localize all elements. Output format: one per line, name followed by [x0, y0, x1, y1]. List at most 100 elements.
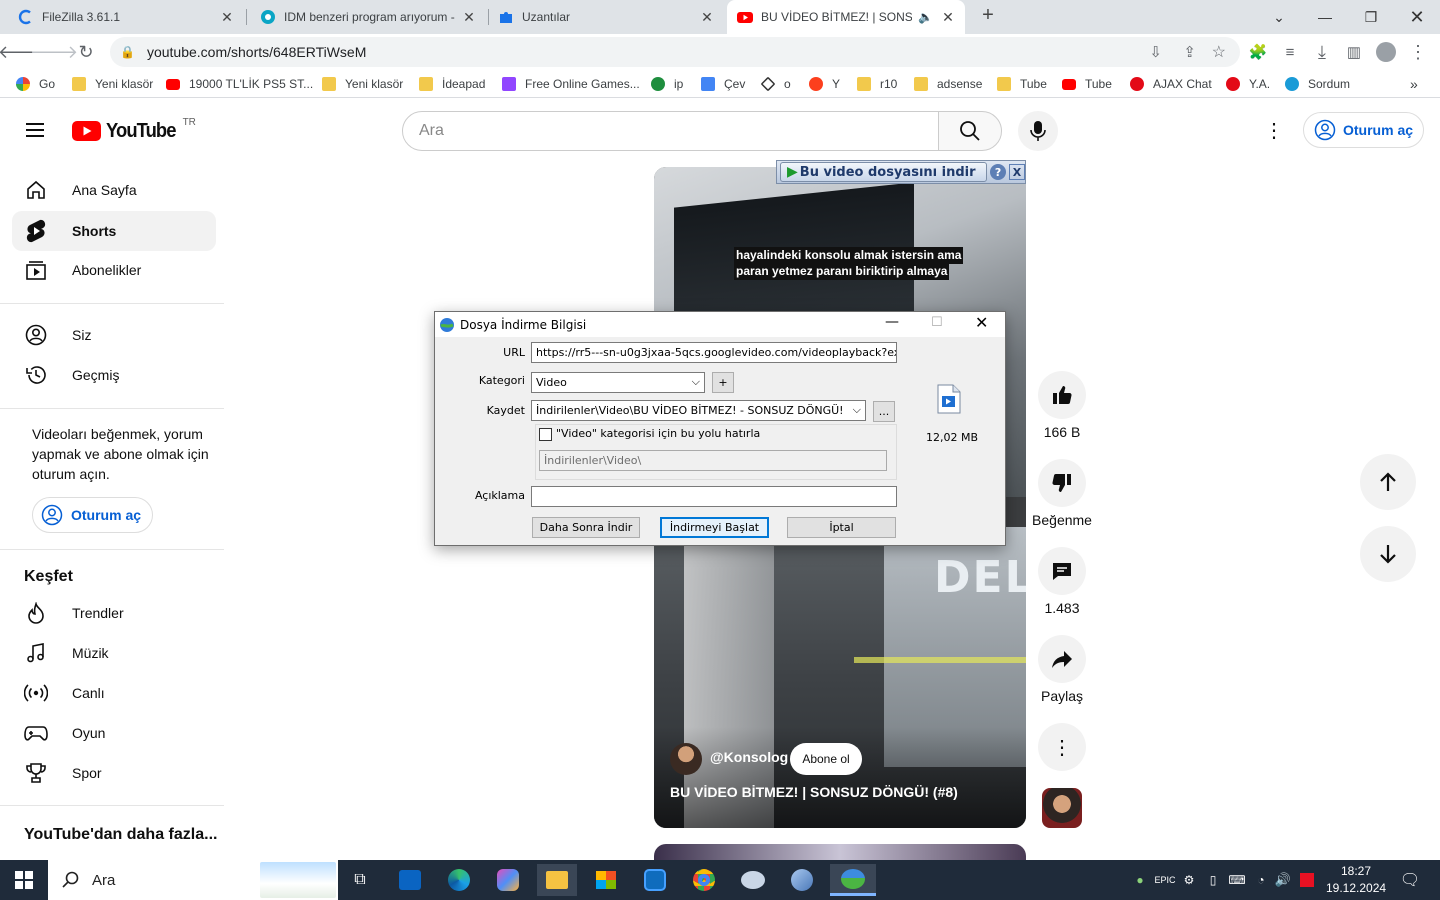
share-button[interactable] — [1038, 635, 1086, 683]
epic-games-icon[interactable]: EPIC — [1154, 864, 1176, 896]
remember-path-checkbox[interactable] — [539, 428, 552, 441]
url-field[interactable]: https://rr5---sn-u0g3jxaa-5qcs.googlevid… — [531, 342, 897, 363]
description-field[interactable] — [531, 486, 897, 507]
hamburger-menu-icon[interactable] — [24, 120, 48, 140]
bookmark-go[interactable]: Go — [16, 74, 55, 94]
start-button[interactable] — [4, 864, 44, 896]
idm-help-icon[interactable]: ? — [990, 164, 1007, 180]
reload-icon[interactable]: ↻ — [70, 36, 102, 68]
address-bar[interactable]: 🔒 youtube.com/shorts/648ERTiWseM ⇩ ⇪ ☆ — [110, 37, 1240, 67]
comments-button[interactable] — [1038, 547, 1086, 595]
bookmark-yeni-klasor-2[interactable]: Yeni klasör — [322, 74, 403, 94]
lock-icon[interactable]: 🔒 — [120, 45, 135, 59]
volume-icon[interactable]: 🔊 — [1272, 864, 1294, 896]
sidebar-item-subscriptions[interactable]: Abonelikler — [12, 250, 216, 290]
save-path-select[interactable]: İndirilenler\Video\BU VİDEO BİTMEZ! - SO… — [531, 400, 866, 421]
chrome-taskbar-icon[interactable] — [684, 864, 724, 896]
sidebar-item-you[interactable]: Siz — [12, 315, 216, 355]
remember-path-label[interactable]: "Video" kategorisi için bu yolu hatırla — [556, 427, 760, 440]
extensions-puzzle-icon[interactable]: 🧩 — [1242, 36, 1274, 68]
bookmark-yeni-klasor[interactable]: Yeni klasör — [72, 74, 153, 94]
bookmark-o[interactable]: o — [760, 74, 791, 94]
keyboard-icon[interactable]: ⌨ — [1226, 864, 1248, 896]
settings-kebab-icon[interactable]: ⋮ — [1264, 119, 1284, 143]
bookmark-ya[interactable]: Y.A. — [1226, 74, 1270, 94]
youtube-logo[interactable]: YouTube TR — [72, 117, 196, 143]
idm-close-icon[interactable]: X — [1009, 164, 1025, 180]
sidebar-item-music[interactable]: Müzik — [12, 633, 216, 673]
bookmark-ideapad[interactable]: İdeapad — [419, 74, 485, 94]
idm-download-video-button[interactable]: ▶ Bu video dosyasını indir — [780, 162, 988, 182]
bookmark-ajax-chat[interactable]: AJAX Chat — [1130, 74, 1212, 94]
forward-arrow-icon[interactable]: 🡒 — [30, 36, 78, 68]
microsoft-store-icon[interactable] — [586, 864, 626, 896]
tab-close-icon[interactable]: ✕ — [939, 9, 957, 26]
edge-icon[interactable] — [439, 864, 479, 896]
chrome-menu-icon[interactable]: ⋮ — [1402, 36, 1434, 68]
audio-playing-icon[interactable]: 🔈 — [918, 10, 933, 24]
like-button[interactable] — [1038, 371, 1086, 419]
side-panel-icon[interactable]: ▥ — [1338, 36, 1370, 68]
sidebar-item-home[interactable]: Ana Sayfa — [12, 170, 216, 210]
bookmark-tube-folder[interactable]: Tube — [997, 74, 1047, 94]
start-download-button[interactable]: İndirmeyi Başlat — [660, 517, 769, 538]
sidebar-item-gaming[interactable]: Oyun — [12, 713, 216, 753]
previous-short-button[interactable] — [1360, 454, 1416, 510]
bookmark-free-games[interactable]: Free Online Games... — [502, 74, 640, 94]
next-short-preview[interactable] — [654, 844, 1026, 860]
taskbar-search-box[interactable]: Ara — [48, 860, 338, 900]
idm-taskbar-icon[interactable] — [830, 864, 876, 896]
subscribe-button[interactable]: Abone ol — [790, 743, 862, 775]
news-app-icon[interactable] — [635, 864, 675, 896]
paint-app-icon[interactable] — [733, 864, 773, 896]
tab-close-icon[interactable]: ✕ — [460, 9, 478, 26]
bookmark-adsense[interactable]: adsense — [914, 74, 982, 94]
dislike-button[interactable] — [1038, 459, 1086, 507]
steam-icon[interactable]: ⚙ — [1178, 864, 1200, 896]
install-app-icon[interactable]: ⇩ — [1149, 43, 1162, 61]
more-bookmarks-button[interactable]: » — [1410, 74, 1418, 94]
usb-device-icon[interactable]: ▯ — [1202, 864, 1224, 896]
browse-button[interactable]: ... — [873, 401, 895, 422]
bookmark-cev[interactable]: Çev — [701, 74, 745, 94]
bookmark-ps5[interactable]: 19000 TL'LİK PS5 ST... — [166, 74, 313, 94]
tab-extensions[interactable]: Uzantılar ✕ — [480, 0, 724, 34]
dialog-minimize-button[interactable]: — — [885, 314, 899, 330]
dialog-close-button[interactable]: ✕ — [975, 313, 988, 332]
sidebar-signin-button[interactable]: Oturum aç — [32, 497, 153, 533]
search-input[interactable]: Ara — [402, 111, 940, 151]
tab-close-icon[interactable]: ✕ — [218, 9, 236, 26]
restore-button[interactable]: ❐ — [1348, 0, 1394, 34]
signin-button[interactable]: Oturum aç — [1303, 112, 1424, 148]
remote-app-icon[interactable] — [782, 864, 822, 896]
sidebar-item-shorts[interactable]: Shorts — [12, 211, 216, 251]
close-window-button[interactable]: ✕ — [1394, 0, 1440, 34]
cancel-button[interactable]: İptal — [787, 517, 896, 538]
add-category-button[interactable]: + — [712, 372, 734, 393]
wifi-icon[interactable]: ◔ — [1250, 864, 1272, 896]
search-button[interactable] — [938, 111, 1002, 151]
channel-avatar[interactable] — [670, 743, 702, 775]
bookmark-ip[interactable]: ip — [651, 74, 683, 94]
sidebar-item-history[interactable]: Geçmiş — [12, 355, 216, 395]
minimize-button[interactable]: — — [1302, 0, 1348, 34]
downloads-icon[interactable]: ⤓ — [1306, 36, 1338, 68]
bookmark-star-icon[interactable]: ☆ — [1212, 42, 1226, 62]
channel-name[interactable]: @Konsolog — [710, 749, 788, 765]
notification-app-icon[interactable] — [1296, 864, 1318, 896]
category-select[interactable]: Video ⌵ — [531, 372, 705, 393]
address-text[interactable]: youtube.com/shorts/648ERTiWseM — [147, 44, 366, 60]
sidebar-item-sports[interactable]: Spor — [12, 753, 216, 793]
dialog-maximize-button[interactable]: ☐ — [931, 315, 943, 330]
more-options-button[interactable]: ⋮ — [1038, 723, 1086, 771]
bookmark-sordum[interactable]: Sordum — [1285, 74, 1350, 94]
download-later-button[interactable]: Daha Sonra İndir — [532, 517, 640, 538]
voice-search-button[interactable] — [1018, 111, 1058, 151]
media-queue-icon[interactable]: ≡ — [1274, 36, 1306, 68]
share-page-icon[interactable]: ⇪ — [1183, 43, 1196, 61]
outlook-icon[interactable] — [390, 864, 430, 896]
copilot-icon[interactable] — [488, 864, 528, 896]
notifications-icon[interactable]: 🗨 — [1390, 864, 1430, 896]
tray-idm-icon[interactable]: ● — [1128, 864, 1152, 896]
short-title[interactable]: BU VİDEO BİTMEZ! | SONSUZ DÖNGÜ! (#8) — [670, 784, 958, 800]
